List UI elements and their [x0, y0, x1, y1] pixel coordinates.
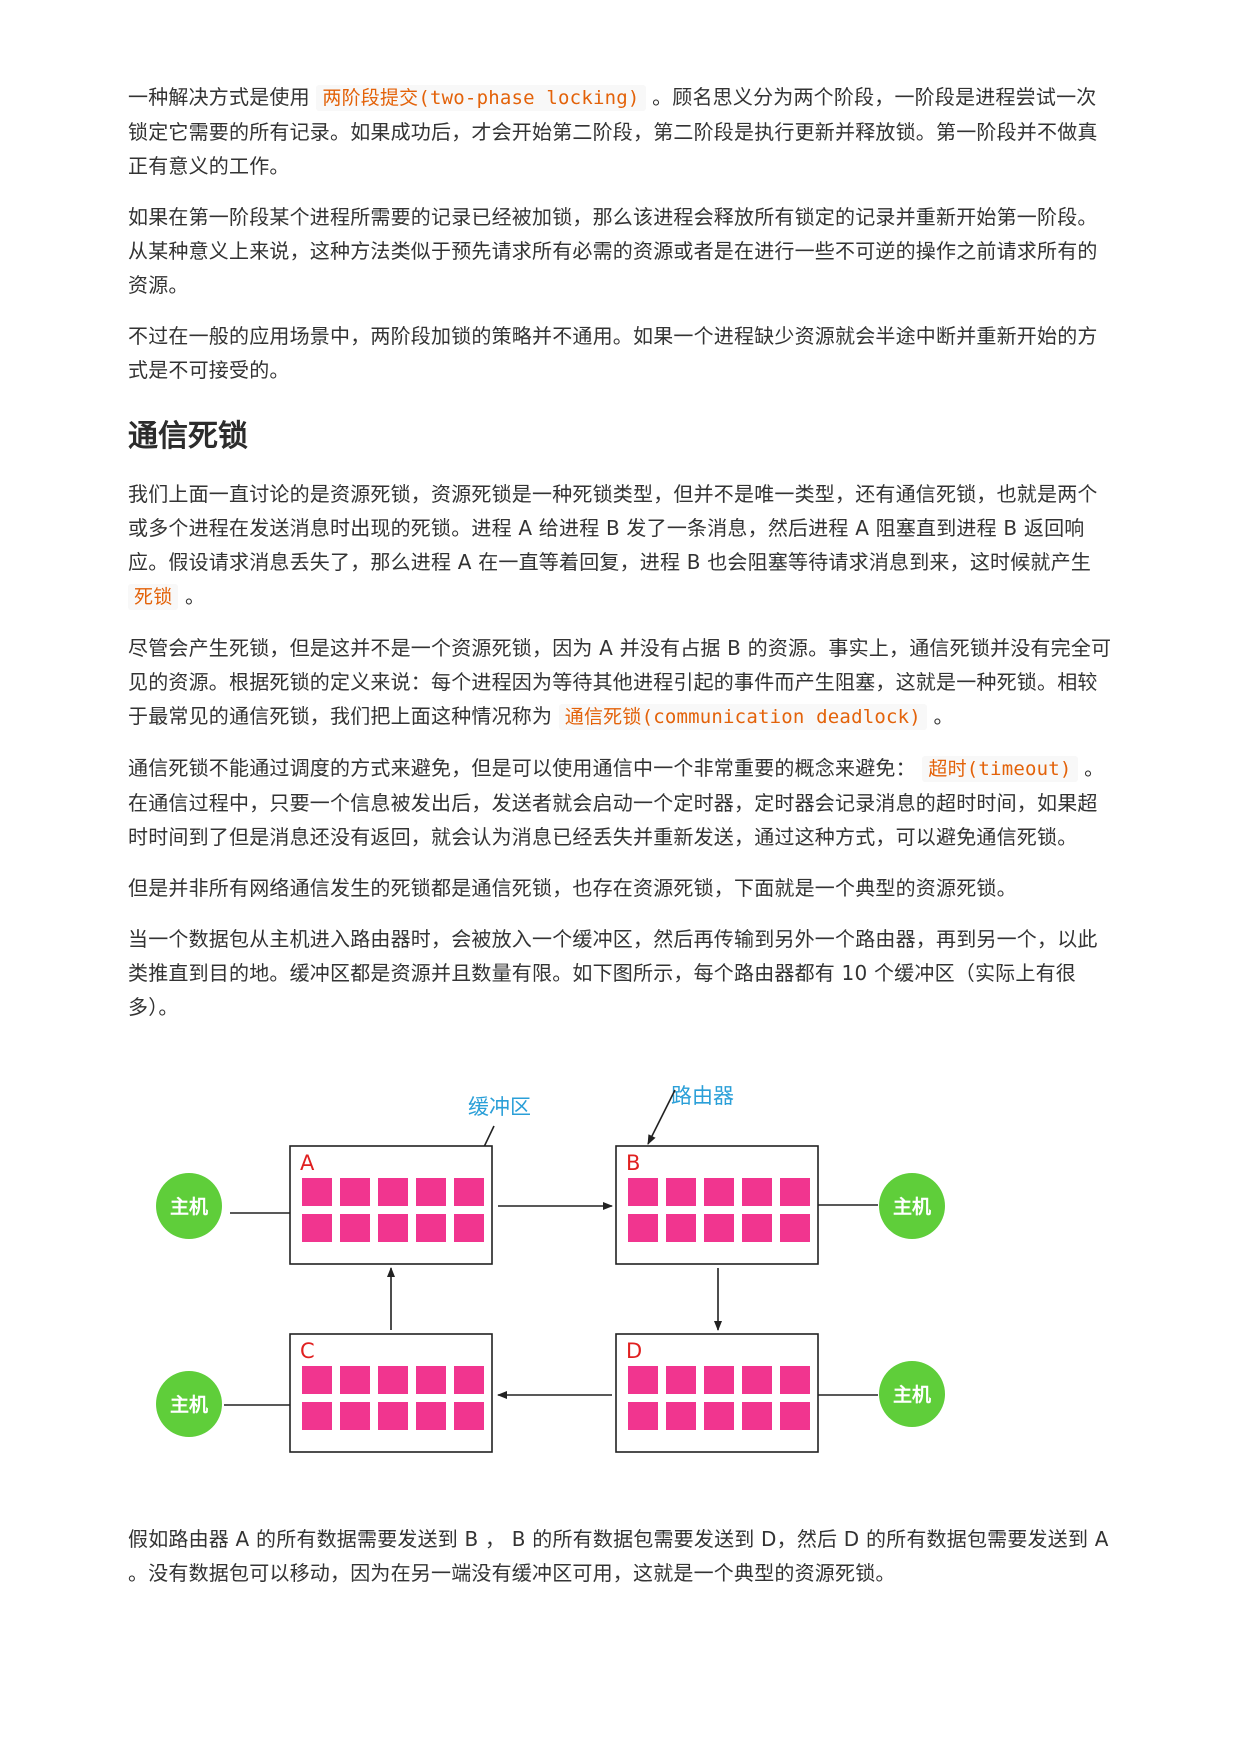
- buffer-slot: [454, 1214, 484, 1242]
- host-label: 主机: [893, 1384, 931, 1406]
- buffer-slot: [780, 1178, 810, 1206]
- paragraph-buffers: 当一个数据包从主机进入路由器时，会被放入一个缓冲区，然后再传输到另外一个路由器，…: [128, 927, 1098, 1019]
- buffer-slot: [302, 1402, 332, 1430]
- diagram-canvas: 缓冲区 路由器 A B C D 主机 主机 主机 主机: [156, 1084, 945, 1453]
- router-c: C: [289, 1333, 493, 1453]
- text: 一种解决方式是使用: [128, 85, 310, 109]
- buffer-slot: [704, 1214, 734, 1242]
- buffer-slot: [416, 1366, 446, 1394]
- paragraph-network: 但是并非所有网络通信发生的死锁都是通信死锁，也存在资源死锁，下面就是一个典型的资…: [128, 876, 1017, 900]
- paragraph-communication-deadlock: 我们上面一直讨论的是资源死锁，资源死锁是一种死锁类型，但并不是唯一类型，还有通信…: [128, 477, 1112, 614]
- buffer-slot: [454, 1178, 484, 1206]
- router-deadlock-diagram: 缓冲区 路由器 A B C D 主机 主机 主机 主机: [128, 1046, 1112, 1502]
- buffer-slot: [416, 1214, 446, 1242]
- buffer-slot: [340, 1366, 370, 1394]
- buffer-slot: [378, 1178, 408, 1206]
- text: 通信死锁不能通过调度的方式来避免，但是可以使用通信中一个非常重要的概念来避免：: [128, 756, 916, 780]
- buffer-slot: [416, 1402, 446, 1430]
- buffer-slot: [704, 1402, 734, 1430]
- buffer-slot: [416, 1178, 446, 1206]
- buffer-slot: [666, 1214, 696, 1242]
- buffer-slot: [742, 1214, 772, 1242]
- paragraph-two-phase: 一种解决方式是使用 两阶段提交(two-phase locking) 。顾名思义…: [128, 80, 1112, 183]
- buffer-slot: [340, 1178, 370, 1206]
- buffer-slot: [454, 1366, 484, 1394]
- buffer-slot: [378, 1366, 408, 1394]
- buffer-slot: [780, 1402, 810, 1430]
- buffer-slot: [666, 1402, 696, 1430]
- buffer-slot: [340, 1214, 370, 1242]
- buffer-slot: [780, 1366, 810, 1394]
- buffer-slot: [742, 1178, 772, 1206]
- buffer-slot: [628, 1214, 658, 1242]
- buffer-slot: [780, 1214, 810, 1242]
- paragraph-deadlock-explanation: 假如路由器 A 的所有数据需要发送到 B ， B 的所有数据包需要发送到 D，然…: [128, 1527, 1109, 1585]
- router-b: B: [615, 1145, 819, 1265]
- buffer-slot: [704, 1366, 734, 1394]
- router-a: A: [289, 1145, 493, 1265]
- router-c-label: C: [300, 1339, 315, 1363]
- host-label: 主机: [170, 1196, 208, 1218]
- buffer-slot: [742, 1366, 772, 1394]
- inline-code: 两阶段提交(two-phase locking): [316, 85, 646, 111]
- buffer-slot: [302, 1214, 332, 1242]
- router-d: D: [615, 1333, 819, 1453]
- host-top-right: 主机: [879, 1173, 945, 1239]
- buffer-slot: [628, 1366, 658, 1394]
- inline-code: 通信死锁(communication deadlock): [558, 704, 927, 730]
- section-heading: 通信死锁: [128, 419, 248, 454]
- host-top-left: 主机: [156, 1173, 222, 1239]
- host-bottom-right: 主机: [879, 1361, 945, 1427]
- router-annotation: 路由器: [671, 1084, 734, 1108]
- buffer-slot: [378, 1402, 408, 1430]
- paragraph-phase-one: 如果在第一阶段某个进程所需要的记录已经被加锁，那么该进程会释放所有锁定的记录并重…: [128, 205, 1098, 297]
- router-annotation-arrow: [647, 1089, 676, 1145]
- host-bottom-left: 主机: [156, 1371, 222, 1437]
- buffer-slot: [302, 1366, 332, 1394]
- host-label: 主机: [893, 1196, 931, 1218]
- buffer-slot: [454, 1402, 484, 1430]
- router-d-label: D: [626, 1339, 642, 1363]
- paragraph-general-use: 不过在一般的应用场景中，两阶段加锁的策略并不通用。如果一个进程缺少资源就会半途中…: [128, 324, 1098, 382]
- host-label: 主机: [170, 1394, 208, 1416]
- text: 我们上面一直讨论的是资源死锁，资源死锁是一种死锁类型，但并不是唯一类型，还有通信…: [128, 482, 1098, 574]
- article-content: 一种解决方式是使用 两阶段提交(two-phase locking) 。顾名思义…: [128, 80, 1112, 1607]
- buffer-slot: [666, 1178, 696, 1206]
- buffer-slot: [378, 1214, 408, 1242]
- buffer-slot: [340, 1402, 370, 1430]
- inline-code: 死锁: [128, 584, 179, 610]
- inline-code: 超时(timeout): [922, 756, 1078, 782]
- paragraph-timeout: 通信死锁不能通过调度的方式来避免，但是可以使用通信中一个非常重要的概念来避免： …: [128, 751, 1112, 854]
- buffer-slot: [628, 1402, 658, 1430]
- paragraph-not-resource-deadlock: 尽管会产生死锁，但是这并不是一个资源死锁，因为 A 并没有占据 B 的资源。事实…: [128, 631, 1112, 734]
- buffer-slot: [742, 1402, 772, 1430]
- buffer-slot: [302, 1178, 332, 1206]
- buffer-slot: [628, 1178, 658, 1206]
- router-a-label: A: [300, 1151, 315, 1175]
- buffer-slot: [666, 1366, 696, 1394]
- buffer-annotation: 缓冲区: [468, 1095, 531, 1119]
- text: 。: [184, 584, 206, 608]
- text: 。: [933, 704, 954, 728]
- buffer-slot: [704, 1178, 734, 1206]
- router-b-label: B: [626, 1151, 640, 1175]
